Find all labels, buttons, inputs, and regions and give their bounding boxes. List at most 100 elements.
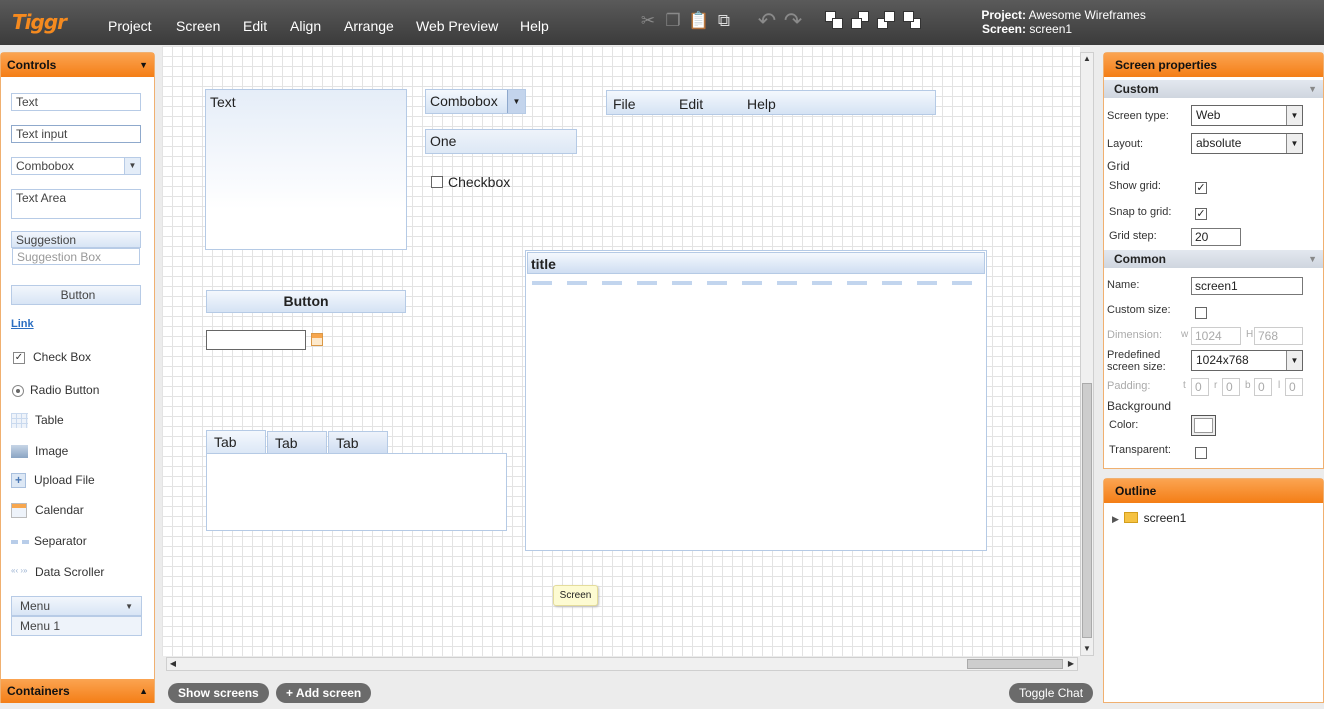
collapse-icon[interactable]: ▼ <box>139 53 148 77</box>
canvas-tab-2[interactable]: Tab <box>267 431 327 454</box>
palette-check-box-label: Check Box <box>33 350 92 364</box>
name-input[interactable]: screen1 <box>1191 277 1303 295</box>
palette-button[interactable]: Button <box>11 285 141 305</box>
pad-b-input[interactable]: 0 <box>1254 378 1272 396</box>
canvas-menu-file[interactable]: File <box>613 96 636 112</box>
pad-t-input[interactable]: 0 <box>1191 378 1209 396</box>
copy-icon[interactable]: ❐ <box>663 12 683 30</box>
add-screen-button[interactable]: + Add screen <box>276 683 372 703</box>
canvas-menu-edit[interactable]: Edit <box>679 96 703 112</box>
project-info: Project: Awesome Wireframes Screen: scre… <box>974 8 1146 36</box>
grid-step-input[interactable]: 20 <box>1191 228 1241 246</box>
redo-icon[interactable]: ↷ <box>783 10 803 32</box>
common-section-header[interactable]: Common ▼ <box>1104 250 1323 268</box>
vertical-scroll-thumb[interactable] <box>1082 383 1092 638</box>
screen-type-label: Screen type: <box>1107 110 1169 122</box>
canvas-menubar[interactable]: File Edit Help <box>606 90 936 115</box>
toggle-chat-button[interactable]: Toggle Chat <box>1009 683 1094 703</box>
expand-icon[interactable]: ▲ <box>139 679 148 703</box>
horizontal-scroll-thumb[interactable] <box>967 659 1063 669</box>
palette-combobox[interactable]: Combobox ▼ <box>11 157 141 175</box>
palette-table[interactable]: Table <box>11 413 64 429</box>
chevron-down-icon: ▼ <box>1286 106 1302 125</box>
width-input[interactable]: 1024 <box>1191 327 1241 345</box>
canvas-tab-1[interactable]: Tab <box>206 430 266 454</box>
calendar-icon[interactable] <box>311 333 323 346</box>
canvas-tab-3[interactable]: Tab <box>328 431 388 454</box>
canvas-combobox[interactable]: Combobox ▼ <box>425 89 526 114</box>
duplicate-icon[interactable]: ⧉ <box>714 12 734 30</box>
snap-grid-checkbox[interactable]: ✓ <box>1195 208 1207 220</box>
controls-header[interactable]: Controls ▼ <box>1 53 154 77</box>
palette-link[interactable]: Link <box>11 318 34 330</box>
palette-text-area[interactable]: Text Area <box>11 189 141 219</box>
menu-arrange[interactable]: Arrange <box>344 18 394 34</box>
menu-project[interactable]: Project <box>108 18 152 34</box>
height-input[interactable]: 768 <box>1254 327 1303 345</box>
palette-calendar[interactable]: Calendar <box>11 503 84 519</box>
send-backward-icon[interactable] <box>877 11 897 31</box>
canvas-list[interactable]: One <box>425 129 577 154</box>
design-canvas[interactable]: Text Combobox ▼ One Checkbox File Edit H… <box>162 46 1080 656</box>
send-back-icon[interactable] <box>903 11 923 31</box>
transparent-checkbox[interactable] <box>1195 447 1207 459</box>
collapse-icon[interactable]: ▼ <box>1308 80 1317 98</box>
palette-data-scroller[interactable]: «‹ ›» Data Scroller <box>11 565 104 580</box>
horizontal-scrollbar[interactable]: ◀ ▶ <box>166 657 1078 671</box>
custom-size-checkbox[interactable] <box>1195 307 1207 319</box>
canvas-separator <box>532 281 980 285</box>
palette-image[interactable]: Image <box>11 444 68 459</box>
palette-combobox-label: Combobox <box>16 159 75 173</box>
canvas-button[interactable]: Button <box>206 290 406 313</box>
canvas-date-input[interactable] <box>206 330 306 350</box>
scroll-down-icon[interactable]: ▼ <box>1081 643 1093 655</box>
undo-icon[interactable]: ↶ <box>757 10 777 32</box>
palette-text[interactable]: Text <box>11 93 141 111</box>
layout-label: Layout: <box>1107 138 1144 150</box>
palette-radio-button[interactable]: Radio Button <box>11 383 99 397</box>
pad-r-input[interactable]: 0 <box>1222 378 1240 396</box>
menu-screen[interactable]: Screen <box>176 18 220 34</box>
containers-header[interactable]: Containers ▲ <box>1 679 154 703</box>
palette-menu[interactable]: Menu ▼ Menu 1 <box>11 596 142 636</box>
custom-section-header[interactable]: Custom ▼ <box>1104 80 1323 98</box>
menu-align[interactable]: Align <box>290 18 321 34</box>
palette-check-box[interactable]: ✓ Check Box <box>11 350 91 364</box>
cut-icon[interactable]: ✂ <box>638 12 658 30</box>
predefined-size-select[interactable]: 1024x768 ▼ <box>1191 350 1303 371</box>
background-label: Background <box>1107 399 1172 413</box>
pad-l-input[interactable]: 0 <box>1285 378 1303 396</box>
palette-separator-label: Separator <box>34 534 87 548</box>
palette-suggestion[interactable]: Suggestion Suggestion Box <box>11 231 141 265</box>
bring-front-icon[interactable] <box>825 11 845 31</box>
screen-type-select[interactable]: Web ▼ <box>1191 105 1303 126</box>
outline-tree-root[interactable]: ▶ screen1 <box>1112 511 1186 525</box>
scroll-up-icon[interactable]: ▲ <box>1081 53 1093 65</box>
transparent-label: Transparent: <box>1109 444 1171 456</box>
show-screens-button[interactable]: Show screens <box>168 683 269 703</box>
palette-separator[interactable]: Separator <box>11 534 87 548</box>
collapse-icon[interactable]: ▼ <box>1308 250 1317 268</box>
grid-step-label: Grid step: <box>1109 230 1157 242</box>
expand-arrow-icon[interactable]: ▶ <box>1112 514 1119 524</box>
screen-type-value: Web <box>1196 108 1221 122</box>
palette-upload-file[interactable]: + Upload File <box>11 473 95 489</box>
layout-select[interactable]: absolute ▼ <box>1191 133 1303 154</box>
bring-forward-icon[interactable] <box>851 11 871 31</box>
menu-help[interactable]: Help <box>520 18 549 34</box>
canvas-text-area[interactable]: Text <box>205 89 407 250</box>
predefined-label-line2: screen size: <box>1107 361 1166 373</box>
vertical-scrollbar[interactable]: ▲ ▼ <box>1080 52 1094 656</box>
canvas-checkbox[interactable]: Checkbox <box>431 174 510 190</box>
palette-text-input[interactable]: Text input <box>11 125 141 143</box>
menu-web-preview[interactable]: Web Preview <box>416 18 498 34</box>
canvas-panel[interactable]: title <box>525 250 987 551</box>
scroll-left-icon[interactable]: ◀ <box>167 658 179 670</box>
canvas-menu-help[interactable]: Help <box>747 96 776 112</box>
containers-header-label: Containers <box>7 684 70 698</box>
color-picker[interactable] <box>1191 415 1216 436</box>
show-grid-checkbox[interactable]: ✓ <box>1195 182 1207 194</box>
paste-icon[interactable]: 📋 <box>688 12 709 30</box>
scroll-right-icon[interactable]: ▶ <box>1065 658 1077 670</box>
menu-edit[interactable]: Edit <box>243 18 267 34</box>
